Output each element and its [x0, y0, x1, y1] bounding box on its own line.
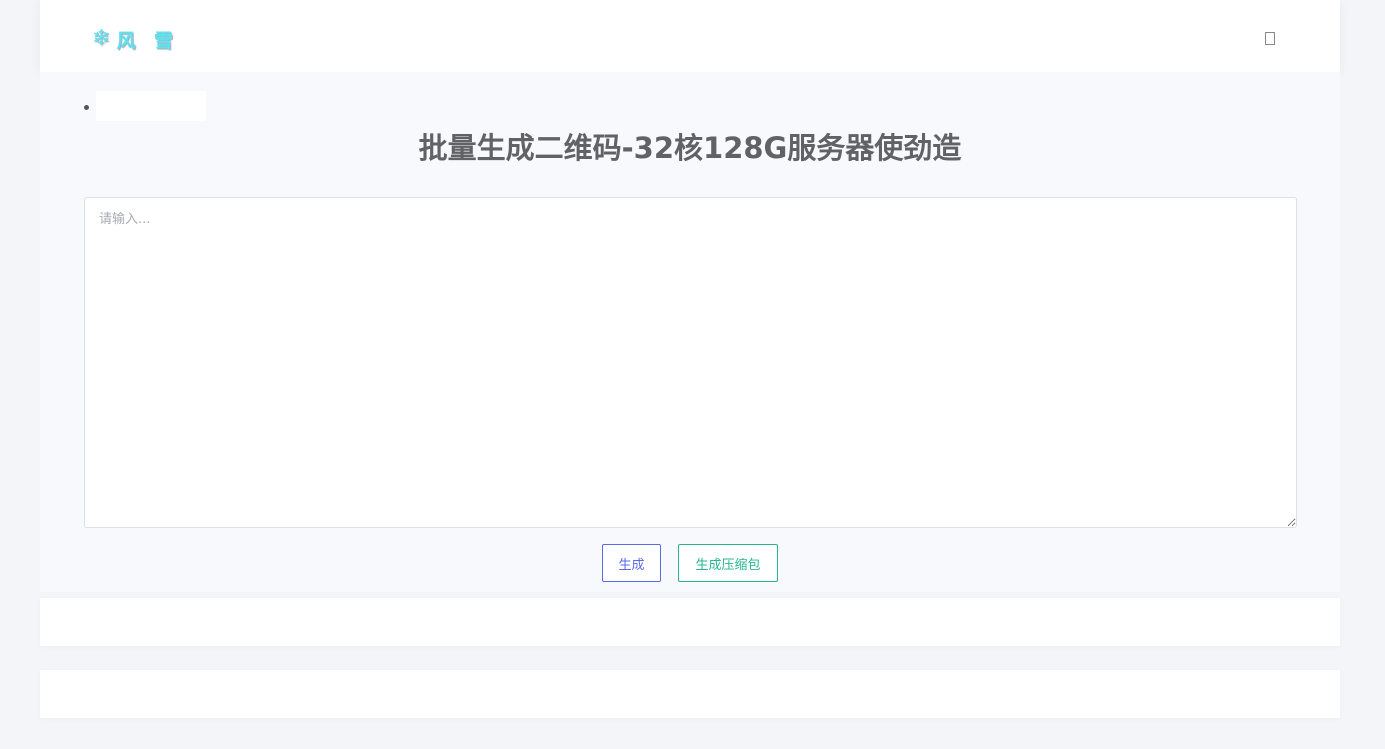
- content-card-1: [40, 598, 1340, 646]
- page-title: 批量生成二维码-32核128G服务器使劲造: [418, 131, 962, 165]
- generate-button[interactable]: 生成: [602, 544, 661, 582]
- generate-zip-button[interactable]: 生成压缩包: [678, 544, 778, 582]
- list-bullet: [84, 105, 89, 110]
- site-logo[interactable]: ❄ 风 雪: [92, 24, 179, 54]
- snowflake-icon: ❄: [92, 26, 111, 51]
- top-navbar: ❄ 风 雪: [40, 0, 1340, 72]
- content-card-2: [40, 670, 1340, 718]
- list-item-placeholder: [96, 91, 206, 121]
- page: ❄ 风 雪 批量生成二维码-32核128G服务器使劲造 生成 生成压缩包: [40, 0, 1340, 749]
- main-panel: 批量生成二维码-32核128G服务器使劲造 生成 生成压缩包: [40, 72, 1340, 592]
- batch-input-textarea[interactable]: [84, 197, 1297, 528]
- logo-text: 风 雪: [116, 29, 180, 52]
- menu-toggle-icon[interactable]: [1265, 32, 1275, 45]
